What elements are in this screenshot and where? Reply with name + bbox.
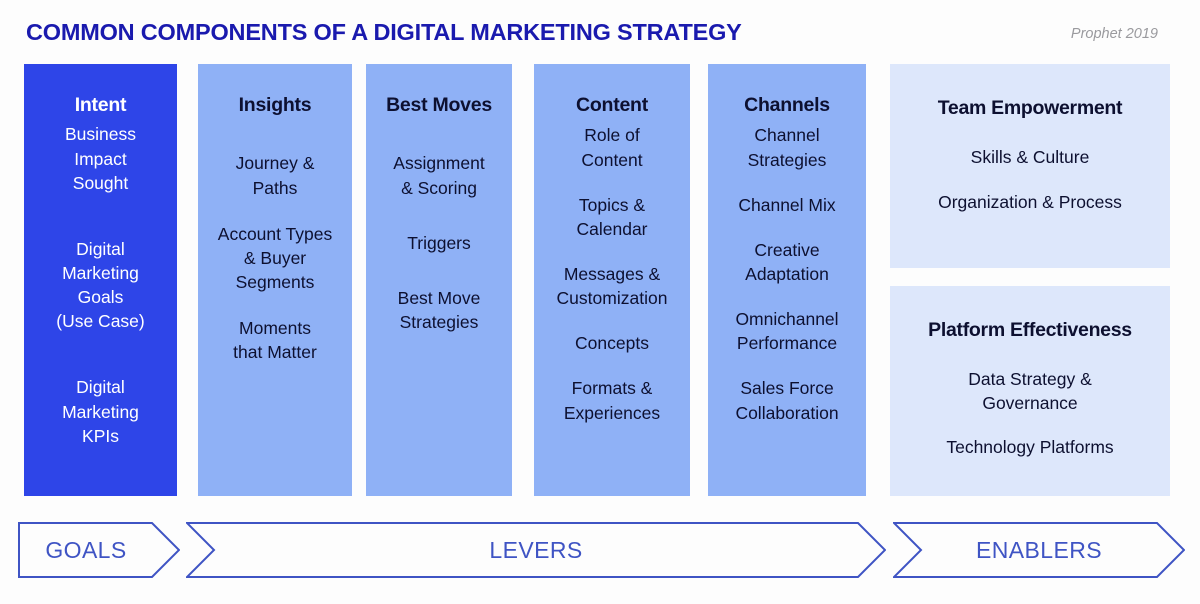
arrow-label-levers: LEVERS (489, 537, 583, 563)
enabler-team-empowerment[interactable]: Team Empowerment Skills & Culture Organiz… (890, 64, 1170, 268)
column-heading: Intent (74, 94, 127, 116)
column-heading: Channels (744, 94, 830, 116)
column-heading: Content (576, 94, 648, 116)
column-item: Digital Marketing Goals (Use Case) (56, 238, 145, 332)
enabler-item: Organization & Process (938, 191, 1122, 212)
column-heading: Best Moves (386, 94, 492, 116)
column-item: Topics & Calendar (576, 194, 648, 239)
column-items: Channel Strategies Channel Mix Creative Adap… (714, 123, 860, 424)
arrow-band: GOALS LEVERS ENABLERS (0, 508, 1200, 604)
column-channels[interactable]: Channels Channel Strategies Channel Mix Cre… (708, 64, 866, 496)
column-item: Concepts (575, 333, 649, 354)
column-items: Role of Content Topics & Calendar Messages &… (540, 123, 684, 424)
column-item: Digital Marketing KPIs (62, 377, 139, 446)
enabler-item: Data Strategy & Governance (968, 369, 1092, 413)
column-item: Moments that Matter (233, 318, 317, 363)
column-content[interactable]: Content Role of Content Topics & Calendar Me… (534, 64, 690, 496)
components-columns: Intent Business Impact Sought Digital Market… (0, 64, 1200, 496)
arrow-label-goals: GOALS (45, 537, 127, 563)
column-item: Creative Adaptation (745, 239, 829, 284)
column-heading: Insights (238, 94, 312, 116)
column-item: Formats & Experiences (563, 378, 661, 423)
column-item: Channel Strategies (747, 125, 827, 170)
column-item: Sales Force Collaboration (735, 378, 839, 423)
column-item: Business Impact Sought (64, 124, 136, 193)
column-item: Journey & Paths (235, 153, 315, 198)
enabler-items: Data Strategy & Governance Technology Plat… (904, 368, 1156, 460)
column-item: Omnichannel Performance (735, 309, 839, 354)
column-items: Business Impact Sought Digital Marketing Goal… (30, 122, 171, 447)
arrow-label-enablers: ENABLERS (976, 537, 1102, 563)
enabler-platform-effectiveness[interactable]: Platform Effectiveness Data Strategy & Go… (890, 286, 1170, 496)
column-items: Assignment & Scoring Triggers Best Move Stra… (372, 151, 506, 334)
enabler-heading: Team Empowerment (937, 97, 1123, 119)
column-items: Journey & Paths Account Types & Buyer Segmen… (204, 151, 346, 364)
column-item: Messages & Customization (556, 263, 668, 309)
column-item: Best Move Strategies (397, 287, 481, 332)
column-best-moves[interactable]: Best Moves Assignment & Scoring Triggers Be… (366, 64, 512, 496)
enabler-item: Technology Platforms (946, 437, 1114, 458)
enabler-items: Skills & Culture Organization & Process (904, 146, 1156, 214)
column-intent[interactable]: Intent Business Impact Sought Digital Market… (24, 64, 177, 496)
column-item: Triggers (407, 232, 471, 253)
enabler-item: Skills & Culture (970, 147, 1090, 167)
column-insights[interactable]: Insights Journey & Paths Account Types & Bu… (198, 64, 352, 496)
column-item: Role of Content (581, 125, 643, 170)
column-item: Channel Mix (738, 194, 836, 215)
attribution-label: Prophet 2019 (1070, 26, 1158, 42)
column-item: Assignment & Scoring (393, 153, 485, 198)
enabler-heading: Platform Effectiveness (928, 319, 1132, 341)
column-item: Account Types & Buyer Segments (217, 223, 333, 292)
page-title: COMMON COMPONENTS OF A DIGITAL MARKETING… (26, 19, 742, 45)
header: COMMON COMPONENTS OF A DIGITAL MARKETING… (0, 0, 1200, 62)
